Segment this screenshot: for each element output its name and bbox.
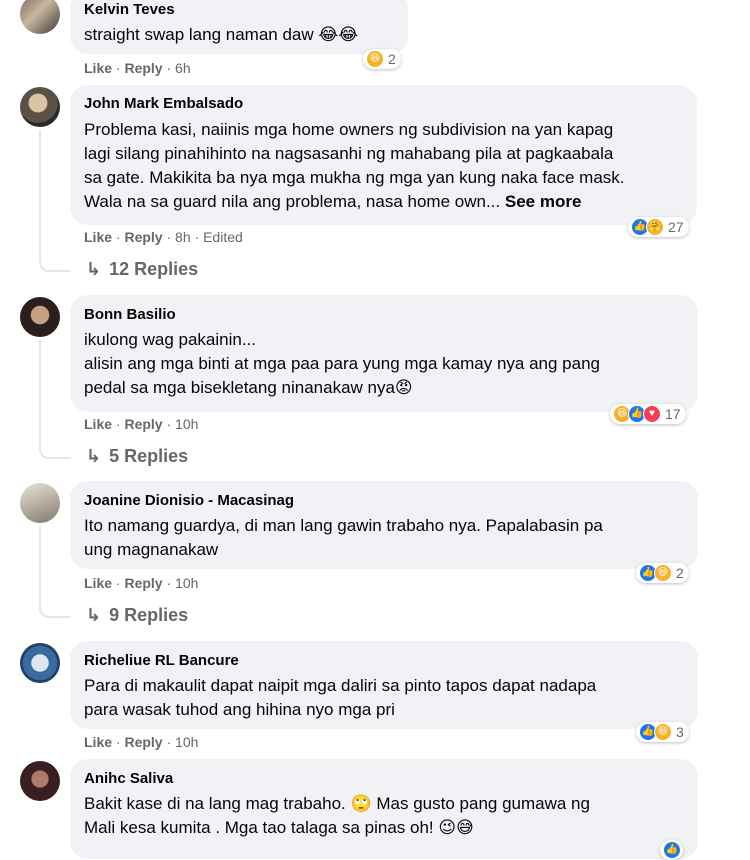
comment-author[interactable]: Bonn Basilio [84, 305, 686, 324]
haha-icon: 😆 [366, 50, 384, 68]
avatar[interactable] [20, 87, 60, 127]
comment-text: straight swap lang naman daw 😂😂 [84, 25, 359, 44]
comment-meta: Like · Reply · 10h [84, 734, 199, 750]
replies-count: 9 Replies [109, 605, 189, 625]
comment-bubble: Bonn Basilio ikulong wag pakainin... ali… [70, 295, 698, 412]
reaction-count: 3 [676, 724, 684, 740]
reaction-count: 17 [665, 406, 681, 422]
timestamp[interactable]: 8h [175, 229, 191, 245]
reaction-summary[interactable]: 😆 👍 ♥ 17 [610, 404, 686, 424]
like-link[interactable]: Like [84, 734, 112, 750]
reply-link[interactable]: Reply [124, 60, 162, 76]
avatar[interactable] [20, 483, 60, 523]
reply-link[interactable]: Reply [124, 229, 162, 245]
comment-meta: Like · Reply · 6h [84, 60, 191, 76]
comment-bubble: Kelvin Teves straight swap lang naman da… [70, 0, 408, 54]
view-replies-link[interactable]: ↳ 9 Replies [86, 605, 188, 626]
reply-link[interactable]: Reply [124, 416, 162, 432]
reaction-summary[interactable]: 👍 😆 2 [636, 563, 689, 583]
reaction-summary[interactable]: 👍 😆 3 [636, 722, 689, 742]
reaction-count: 2 [676, 565, 684, 581]
comment-text: ikulong wag pakainin... alisin ang mga b… [84, 328, 686, 400]
comment-line: para wasak tuhod ang hihina nyo mga pri [84, 700, 395, 719]
timestamp[interactable]: 6h [175, 60, 191, 76]
comment-text: Bakit kase di na lang mag trabaho. 🙄 Mas… [84, 792, 686, 840]
comment-meta: Like · Reply · 10h [84, 416, 199, 432]
replies-count: 5 Replies [109, 446, 189, 466]
reply-arrow-icon: ↳ [86, 605, 102, 625]
comment-line: pedal sa mga bisekletang ninanakaw nya😡 [84, 378, 413, 397]
reply-link[interactable]: Reply [124, 575, 162, 591]
love-icon: ♥ [643, 405, 661, 423]
timestamp[interactable]: 10h [175, 575, 198, 591]
comment-line: Wala na sa guard nila ang problema, nasa… [84, 192, 501, 211]
thread-line [39, 526, 71, 618]
like-link[interactable]: Like [84, 575, 112, 591]
comment-meta: Like · Reply · 10h [84, 575, 199, 591]
see-more-link[interactable]: See more [505, 192, 582, 211]
comment-line: ung magnanakaw [84, 540, 219, 559]
comment-text: Para di makaulit dapat naipit mga daliri… [84, 674, 686, 722]
comment-author[interactable]: Kelvin Teves [84, 0, 396, 19]
comment-author[interactable]: Joanine Dionisio - Macasinag [84, 491, 686, 510]
care-icon: 🤗 [646, 218, 664, 236]
comment-text: Problema kasi, naiinis mga home owners n… [84, 118, 685, 214]
avatar[interactable] [20, 761, 60, 801]
avatar[interactable] [20, 643, 60, 683]
comment-bubble: Richeliue RL Bancure Para di makaulit da… [70, 641, 698, 729]
avatar[interactable] [20, 297, 60, 337]
thread-line [39, 340, 71, 459]
comment-line: lagi silang pinahihinto na nagsasanhi ng… [84, 144, 614, 163]
comment-bubble: Anihc Saliva Bakit kase di na lang mag t… [70, 759, 698, 859]
view-replies-link[interactable]: ↳ 5 Replies [86, 446, 188, 467]
comment-line: alisin ang mga binti at mga paa para yun… [84, 354, 600, 373]
thread-line [39, 130, 71, 272]
comment-meta: Like · Reply · 8h · Edited [84, 229, 243, 245]
comment-line: Ito namang guardya, di man lang gawin tr… [84, 516, 603, 535]
like-link[interactable]: Like [84, 60, 112, 76]
reaction-count: 27 [668, 219, 684, 235]
haha-icon: 😆 [654, 564, 672, 582]
reply-arrow-icon: ↳ [86, 259, 102, 279]
comment-line: Problema kasi, naiinis mga home owners n… [84, 120, 614, 139]
edited-label: Edited [203, 229, 243, 245]
reaction-count: 2 [388, 51, 396, 67]
like-icon: 👍 [663, 841, 681, 859]
comment-bubble: John Mark Embalsado Problema kasi, naiin… [70, 85, 697, 225]
replies-count: 12 Replies [109, 259, 199, 279]
reply-arrow-icon: ↳ [86, 446, 102, 466]
comment-line: Mali kesa kumita . Mga tao talaga sa pin… [84, 818, 474, 837]
reaction-summary[interactable]: 👍 🤗 27 [628, 217, 689, 237]
comment-text: Ito namang guardya, di man lang gawin tr… [84, 514, 686, 562]
comment-author[interactable]: Anihc Saliva [84, 769, 686, 788]
reaction-summary[interactable]: 😆 2 [363, 49, 401, 69]
comment-line: ikulong wag pakainin... [84, 330, 257, 349]
avatar[interactable] [20, 0, 60, 34]
comment-author[interactable]: John Mark Embalsado [84, 94, 685, 113]
timestamp[interactable]: 10h [175, 416, 198, 432]
comment-line: Bakit kase di na lang mag trabaho. 🙄 Mas… [84, 794, 590, 813]
reaction-summary[interactable]: 👍 [660, 840, 683, 860]
like-link[interactable]: Like [84, 229, 112, 245]
timestamp[interactable]: 10h [175, 734, 198, 750]
view-replies-link[interactable]: ↳ 12 Replies [86, 259, 198, 280]
comment-bubble: Joanine Dionisio - Macasinag Ito namang … [70, 481, 698, 569]
like-link[interactable]: Like [84, 416, 112, 432]
haha-icon: 😆 [654, 723, 672, 741]
reply-link[interactable]: Reply [124, 734, 162, 750]
comment-author[interactable]: Richeliue RL Bancure [84, 651, 686, 670]
comment-line: sa gate. Makikita ba nya mga mukha ng mg… [84, 168, 625, 187]
comment-line: Para di makaulit dapat naipit mga daliri… [84, 676, 597, 695]
